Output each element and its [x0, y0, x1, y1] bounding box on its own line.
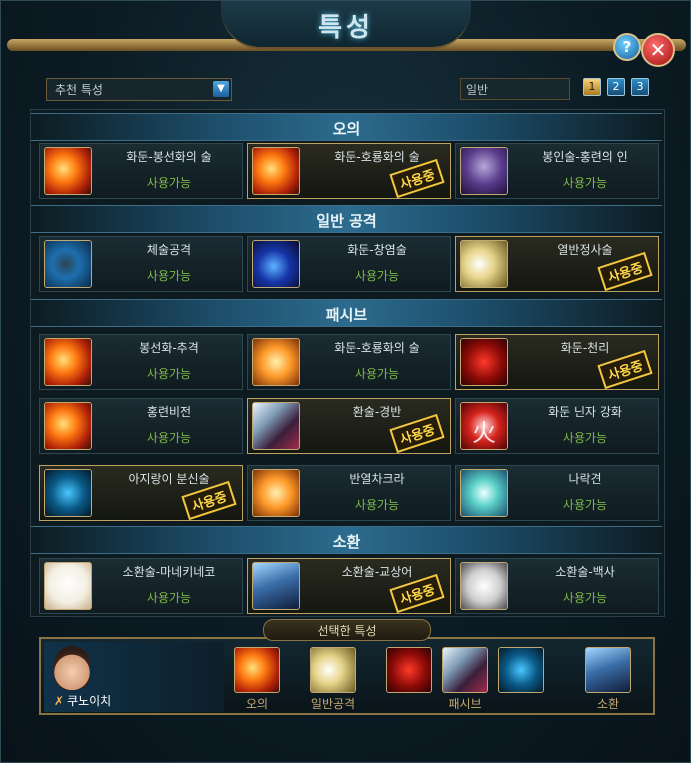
talent-name: 소환술-백사	[555, 565, 615, 579]
page-button-2[interactable]: 2	[607, 78, 625, 96]
talent-slot[interactable]: 화둔-호룡화의 술 사용가능	[247, 334, 451, 390]
fire-icon	[252, 338, 300, 386]
selected-passive-slot-2[interactable]	[442, 647, 488, 693]
section-title: 오의	[332, 120, 361, 138]
page-button-3[interactable]: 3	[631, 78, 649, 96]
talent-slot[interactable]: 체술공격 사용가능	[39, 236, 243, 292]
red-figure-icon	[460, 338, 508, 386]
preset-value: 추천 특성	[55, 83, 103, 97]
talent-status: 사용가능	[354, 367, 400, 381]
talent-status: 사용가능	[146, 431, 192, 445]
selected-summon-slot[interactable]	[585, 647, 631, 693]
talent-slot[interactable]: 아지랑이 분신술 사용중	[39, 465, 243, 521]
selected-summon-label: 소환	[596, 697, 620, 711]
chain-icon	[460, 147, 508, 195]
talent-status: 사용가능	[562, 176, 608, 190]
cat-icon	[44, 562, 92, 610]
talent-status: 사용가능	[562, 498, 608, 512]
mode-value: 일반	[466, 83, 489, 97]
talent-slot[interactable]: 소환술-마네키네코 사용가능	[39, 558, 243, 614]
selected-normal-label: 일반공격	[310, 697, 356, 711]
selected-passive-slot-3[interactable]	[498, 647, 544, 693]
talent-name: 봉인술-홍련의 인	[542, 150, 628, 164]
blade-icon	[252, 402, 300, 450]
talent-slot[interactable]: 화둔-창염술 사용가능	[247, 236, 451, 292]
chevron-down-icon[interactable]: ▼	[213, 81, 229, 97]
close-button[interactable]: ✕	[641, 33, 675, 67]
kanji-fire-icon: 火	[460, 402, 508, 450]
talent-slot[interactable]: 火 화둔 닌자 강화 사용가능	[455, 398, 659, 454]
selected-passive-label: 패시브	[448, 697, 482, 711]
talent-name: 나락견	[568, 472, 602, 486]
talent-name: 반열차크라	[349, 472, 405, 486]
talent-slot[interactable]: 봉선화-추격 사용가능	[39, 334, 243, 390]
shark-icon	[252, 562, 300, 610]
character-name: 쿠노이치	[67, 694, 112, 708]
preset-dropdown[interactable]: 추천 특성 ▼	[46, 78, 232, 101]
talent-status: 사용가능	[562, 431, 608, 445]
talent-status: 사용가능	[146, 367, 192, 381]
orb-icon	[252, 469, 300, 517]
character-name-row: ✗ 쿠노이치	[54, 692, 111, 709]
avatar	[54, 646, 90, 690]
talent-name: 화둔-호룡화의 술	[334, 341, 420, 355]
sword-icon: ✗	[54, 694, 65, 708]
character-portrait: ✗ 쿠노이치	[44, 642, 224, 712]
section-ougi-header: 오의	[31, 113, 662, 141]
talent-slot[interactable]: 나락견 사용가능	[455, 465, 659, 521]
title-plate: 특성	[221, 1, 471, 49]
blue-fire-icon	[252, 240, 300, 288]
talent-name: 화둔-봉선화의 술	[126, 150, 212, 164]
snake-icon	[460, 562, 508, 610]
selected-normal-slot[interactable]	[310, 647, 356, 693]
section-summon-header: 소환	[31, 526, 662, 554]
talent-slot[interactable]: 환술-경반 사용중	[247, 398, 451, 454]
talent-slot[interactable]: 홍련비전 사용가능	[39, 398, 243, 454]
mode-field[interactable]: 일반	[460, 78, 570, 100]
talent-slot[interactable]: 소환술-백사 사용가능	[455, 558, 659, 614]
talent-slot[interactable]: 반열차크라 사용가능	[247, 465, 451, 521]
talent-window: 특성 ? ✕ 추천 특성 ▼ 일반 1 2 3 오의 화둔-봉선화의 술 사용가…	[0, 0, 691, 763]
fire-icon	[252, 147, 300, 195]
talent-status: 사용가능	[146, 591, 192, 605]
section-title: 소환	[332, 533, 361, 551]
talent-slot[interactable]: 화둔-봉선화의 술 사용가능	[39, 143, 243, 199]
section-title: 패시브	[325, 306, 368, 324]
window-title: 특성	[318, 13, 374, 43]
wind-icon	[460, 240, 508, 288]
page-button-1[interactable]: 1	[583, 78, 601, 96]
talent-name: 체술공격	[146, 243, 192, 257]
selected-talents-title: 선택한 특성	[317, 624, 377, 638]
talent-slot[interactable]: 봉인술-홍련의 인 사용가능	[455, 143, 659, 199]
help-button[interactable]: ?	[613, 33, 641, 61]
talent-status: 사용가능	[354, 269, 400, 283]
fire-icon	[44, 147, 92, 195]
selected-ougi-label: 오의	[245, 697, 269, 711]
talent-slot[interactable]: 소환술-교상어 사용중	[247, 558, 451, 614]
talent-status: 사용가능	[354, 498, 400, 512]
talent-name: 화둔 닌자 강화	[548, 405, 622, 419]
talent-slot[interactable]: 열반정사술 사용중	[455, 236, 659, 292]
talent-name: 봉선화-추격	[139, 341, 199, 355]
talent-name: 화둔-창염술	[347, 243, 407, 257]
talent-status: 사용가능	[146, 176, 192, 190]
selected-passive-slot-1[interactable]	[386, 647, 432, 693]
talent-status: 사용가능	[562, 591, 608, 605]
fire-icon	[44, 338, 92, 386]
talent-name: 홍련비전	[146, 405, 192, 419]
talent-status: 사용가능	[146, 269, 192, 283]
selected-ougi-slot[interactable]	[234, 647, 280, 693]
kanji-glyph: 火	[472, 419, 496, 447]
section-title: 일반 공격	[316, 212, 377, 230]
fire-icon	[44, 402, 92, 450]
section-passive-header: 패시브	[31, 299, 662, 327]
spiral-icon	[460, 469, 508, 517]
section-normal-header: 일반 공격	[31, 205, 662, 233]
selected-talents-label: 선택한 특성	[263, 619, 431, 641]
clone-icon	[44, 469, 92, 517]
talent-name: 소환술-마네키네코	[122, 565, 216, 579]
fist-icon	[44, 240, 92, 288]
talent-slot[interactable]: 화둔-호룡화의 술 사용중	[247, 143, 451, 199]
talent-slot[interactable]: 화둔-천리 사용중	[455, 334, 659, 390]
